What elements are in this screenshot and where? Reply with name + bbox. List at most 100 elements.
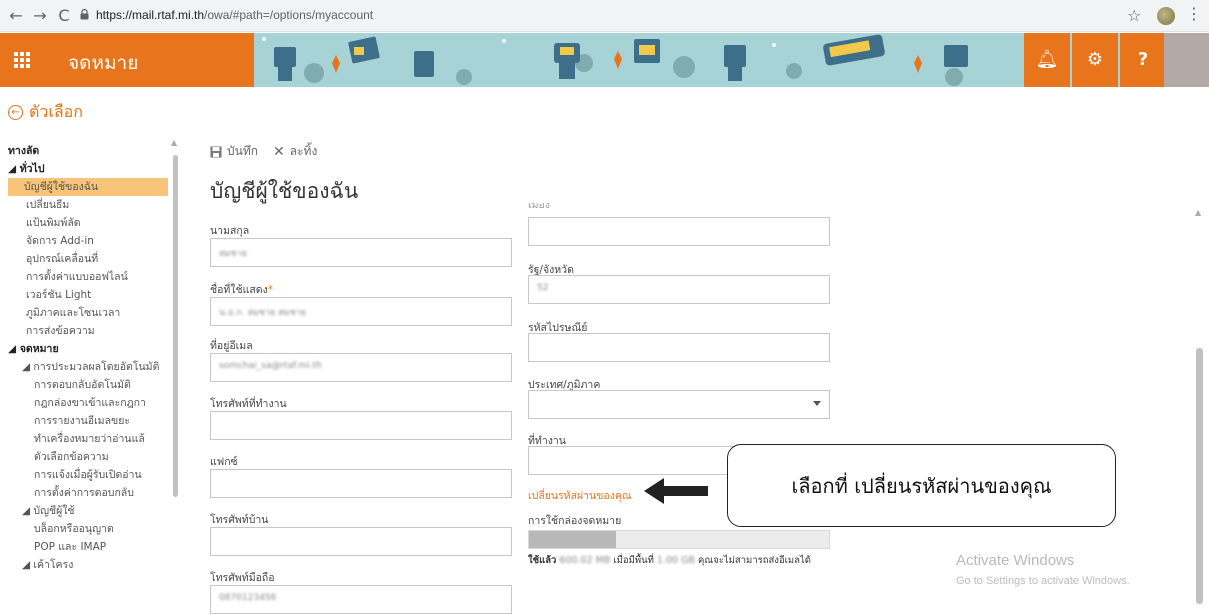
sidebar-item[interactable]: การตอบกลับอัตโนมัติ: [34, 376, 131, 393]
country-select[interactable]: [528, 390, 830, 419]
chevron-down-icon: [813, 401, 821, 406]
notifications-bell-icon[interactable]: 🔔︎: [1024, 33, 1070, 87]
sidebar-item[interactable]: จัดการ Add-in: [26, 232, 94, 249]
sidebar-item[interactable]: กฎกล่องขาเข้าและกฎกา: [34, 394, 146, 411]
close-icon: ✕: [273, 143, 285, 160]
field-value: somchai_sa@rtaf.mi.th: [219, 361, 322, 371]
reload-icon[interactable]: C: [54, 6, 74, 26]
activate-windows-subtitle: Go to Settings to activate Windows.: [956, 575, 1130, 587]
back-circle-icon: ←: [8, 105, 23, 120]
sidebar-item[interactable]: เวอร์ชัน Light: [26, 286, 91, 303]
sidebar-scrollbar[interactable]: [173, 155, 178, 497]
text-field[interactable]: [210, 469, 512, 498]
field-label: เมือง: [528, 203, 550, 211]
text-field[interactable]: [210, 527, 512, 556]
waffle-icon: [14, 52, 30, 68]
sidebar-item[interactable]: บล็อกหรืออนุญาต: [34, 520, 114, 537]
mailbox-usage-fill: [529, 531, 616, 548]
header-tail: [1164, 33, 1209, 87]
field-label-text: โทรศัพท์ที่ทำงาน: [210, 398, 287, 410]
field-label-text: นามสกุล: [210, 225, 250, 237]
sidebar-item[interactable]: บัญชีผู้ใช้ของฉัน: [8, 178, 168, 196]
annotation-arrow-icon: [644, 478, 708, 504]
change-password-link[interactable]: เปลี่ยนรหัสผ่านของคุณ: [528, 487, 632, 504]
usage-used-prefix: ใช้แล้ว: [528, 555, 557, 566]
text-field[interactable]: 52: [528, 275, 830, 304]
field-label: โทรศัพท์บ้าน: [210, 511, 268, 528]
field-label: โทรศัพท์มือถือ: [210, 569, 275, 586]
sidebar-item[interactable]: การตั้งค่าแบบออฟไลน์: [26, 268, 128, 285]
sidebar-item[interactable]: เปลี่ยนธีม: [26, 196, 69, 213]
sidebar-item[interactable]: การตั้งค่าการตอบกลับ: [34, 484, 134, 501]
field-value: 52: [537, 283, 549, 293]
sidebar-item[interactable]: การส่งข้อความ: [26, 322, 95, 339]
sidebar-item[interactable]: ภูมิภาคและโซนเวลา: [26, 304, 120, 321]
app-launcher-button[interactable]: [0, 33, 44, 87]
text-field[interactable]: [210, 411, 512, 440]
field-label-text: แฟกซ์: [210, 456, 238, 468]
required-mark: *: [267, 284, 273, 296]
sidebar-item[interactable]: ◢ การประมวลผลโดยอัตโนมัติ: [22, 358, 159, 375]
usage-suffix: คุณจะไม่สามารถส่งอีเมลได้: [698, 555, 811, 566]
url-path: /owa/#path=/options/myaccount: [204, 8, 374, 22]
usage-when-value: 1.00 GB: [656, 555, 696, 566]
sidebar-item[interactable]: ◢ จดหมาย: [8, 340, 59, 357]
field-label: ที่อยู่อีเมล: [210, 337, 253, 354]
discard-button[interactable]: ✕ ละทิ้ง: [273, 142, 317, 161]
field-label: นามสกุล: [210, 222, 249, 239]
discard-label: ละทิ้ง: [289, 144, 318, 158]
text-field[interactable]: สมชาย: [210, 238, 512, 267]
sidebar-item[interactable]: ทำเครื่องหมายว่าอ่านแล้: [34, 430, 145, 447]
save-label: บันทึก: [227, 144, 258, 158]
text-field[interactable]: น.อ.ก. สมชาย สมชาย: [210, 297, 512, 326]
main-scrollbar[interactable]: [1196, 348, 1203, 604]
options-back-link[interactable]: ← ตัวเลือก: [8, 100, 83, 125]
bookmark-star-icon[interactable]: ☆: [1127, 6, 1141, 25]
sidebar-item[interactable]: แป้นพิมพ์ลัด: [26, 214, 81, 231]
text-field[interactable]: somchai_sa@rtaf.mi.th: [210, 353, 512, 382]
browser-toolbar: ← → C https://mail.rtaf.mi.th/owa/#path=…: [0, 0, 1209, 32]
usage-used-value: 600.02 MB: [559, 555, 611, 566]
address-bar[interactable]: https://mail.rtaf.mi.th/owa/#path=/optio…: [96, 8, 373, 22]
save-button[interactable]: บันทึก: [210, 142, 258, 161]
sidebar-item[interactable]: ◢ บัญชีผู้ใช้: [22, 502, 75, 519]
sidebar-item[interactable]: การแจ้งเมื่อผู้รับเปิดอ่าน: [34, 466, 142, 483]
app-title: จดหมาย: [68, 52, 139, 74]
app-header: จดหมาย 🔔︎ ⚙ ?: [0, 33, 1209, 87]
mailbox-usage-text: ใช้แล้ว 600.02 MB เมื่อมีพื้นที่ 1.00 GB…: [528, 553, 811, 568]
sidebar-scroll-up-icon[interactable]: ▲: [171, 138, 177, 147]
page-title: บัญชีผู้ใช้ของฉัน: [210, 179, 359, 203]
options-title: ตัวเลือก: [29, 102, 83, 121]
header-robots-illustration: [254, 33, 1014, 87]
field-value: น.อ.ก. สมชาย สมชาย: [219, 308, 307, 318]
lock-icon: [80, 9, 89, 20]
sidebar-item[interactable]: ทางลัด: [8, 142, 39, 159]
mailbox-usage-label: การใช้กล่องจดหมาย: [528, 515, 622, 527]
forward-arrow-icon[interactable]: →: [30, 6, 50, 26]
field-value: สมชาย: [219, 249, 247, 259]
sidebar-item[interactable]: อุปกรณ์เคลื่อนที่: [26, 250, 98, 267]
app-brand: จดหมาย: [44, 33, 254, 87]
text-field[interactable]: 0870123456: [210, 585, 512, 614]
back-arrow-icon[interactable]: ←: [6, 6, 26, 26]
help-icon[interactable]: ?: [1120, 33, 1166, 87]
url-host: https://mail.rtaf.mi.th: [96, 8, 205, 22]
main-scroll-up-icon[interactable]: ▲: [1195, 208, 1201, 217]
sidebar-item[interactable]: ตัวเลือกข้อความ: [34, 448, 109, 465]
field-label: ชื่อที่ใช้แสดง*: [210, 281, 273, 298]
profile-avatar[interactable]: [1157, 7, 1175, 25]
browser-menu-icon[interactable]: ⋮: [1186, 4, 1202, 23]
save-disk-icon: [210, 146, 222, 157]
sidebar-item[interactable]: ◢ เค้าโครง: [22, 556, 73, 573]
settings-gear-icon[interactable]: ⚙: [1072, 33, 1118, 87]
field-label: แฟกซ์: [210, 453, 238, 470]
text-field[interactable]: [528, 217, 830, 246]
field-label-text: ชื่อที่ใช้แสดง: [210, 284, 268, 296]
sidebar-item[interactable]: POP และ IMAP: [34, 538, 106, 555]
activate-windows-title: Activate Windows: [956, 552, 1075, 569]
sidebar-item[interactable]: ◢ ทั่วไป: [8, 160, 45, 177]
text-field[interactable]: [528, 333, 830, 362]
callout-text: เลือกที่ เปลี่ยนรหัสผ่านของคุณ: [791, 473, 1052, 498]
sidebar-item[interactable]: การรายงานอีเมลขยะ: [34, 412, 130, 429]
field-label-text: โทรศัพท์มือถือ: [210, 572, 275, 584]
